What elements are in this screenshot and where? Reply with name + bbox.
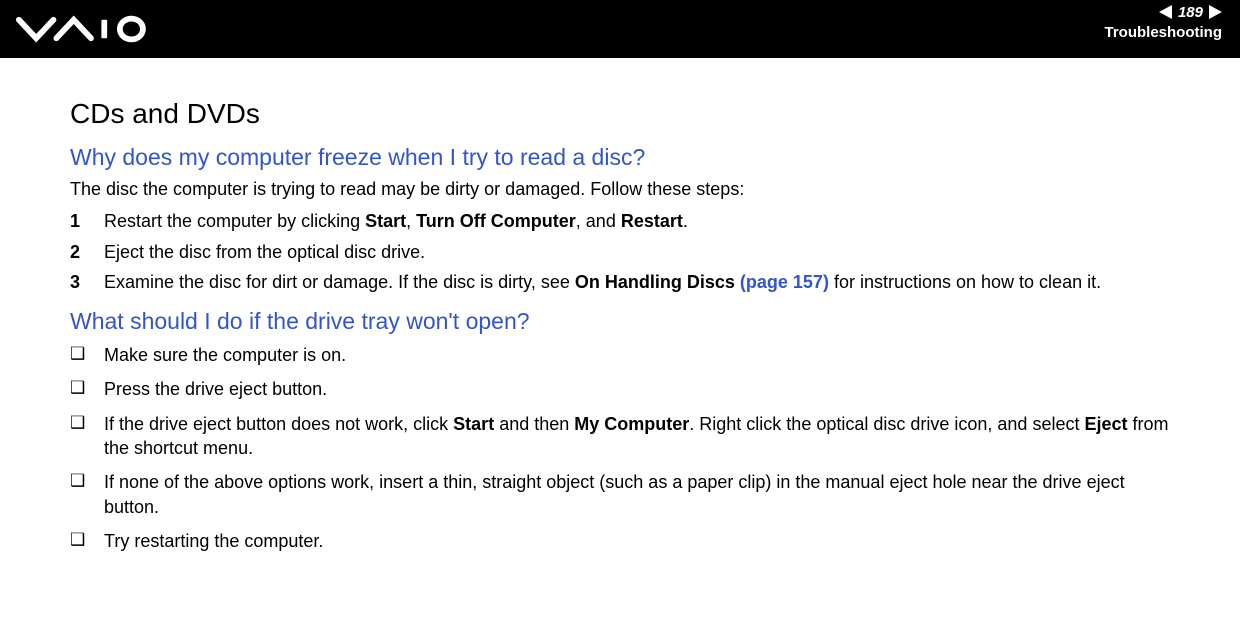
- question-1: Why does my computer freeze when I try t…: [70, 144, 1170, 171]
- text: Examine the disc for dirt or damage. If …: [104, 272, 575, 292]
- bold: Restart: [621, 211, 683, 231]
- bold: Eject: [1084, 414, 1127, 434]
- header-bar: 189 Troubleshooting: [0, 0, 1240, 58]
- vaio-logo: [16, 14, 166, 44]
- text: for instructions on how to clean it.: [829, 272, 1101, 292]
- text: and then: [494, 414, 574, 434]
- q2-bullets: Make sure the computer is on. Press the …: [70, 343, 1170, 553]
- prev-page-arrow-icon[interactable]: [1159, 5, 1172, 19]
- bold: My Computer: [574, 414, 689, 434]
- section-label: Troubleshooting: [1105, 24, 1223, 41]
- question-2: What should I do if the drive tray won't…: [70, 308, 1170, 335]
- bold: Start: [453, 414, 494, 434]
- q1-steps: Restart the computer by clicking Start , …: [70, 209, 1170, 294]
- list-item: Press the drive eject button.: [70, 377, 1170, 401]
- bold: On Handling Discs: [575, 272, 740, 292]
- q1-intro: The disc the computer is trying to read …: [70, 177, 1170, 201]
- bold: Start: [365, 211, 406, 231]
- page-link[interactable]: (page 157): [740, 272, 829, 292]
- step-2: Eject the disc from the optical disc dri…: [70, 240, 1170, 264]
- content: CDs and DVDs Why does my computer freeze…: [0, 58, 1240, 583]
- text: , and: [576, 211, 621, 231]
- step-1: Restart the computer by clicking Start , …: [70, 209, 1170, 233]
- text: Restart the computer by clicking: [104, 211, 365, 231]
- step-3: Examine the disc for dirt or damage. If …: [70, 270, 1170, 294]
- text: . Right click the optical disc drive ico…: [689, 414, 1084, 434]
- list-item: If none of the above options work, inser…: [70, 470, 1170, 519]
- text: ,: [406, 211, 416, 231]
- bold: Turn Off Computer: [416, 211, 576, 231]
- page-nav: 189 Troubleshooting: [1105, 2, 1223, 41]
- next-page-arrow-icon[interactable]: [1209, 5, 1222, 19]
- text: If the drive eject button does not work,…: [104, 414, 453, 434]
- page-title: CDs and DVDs: [70, 98, 1170, 130]
- text: .: [683, 211, 688, 231]
- page-number: 189: [1178, 4, 1203, 21]
- list-item: Try restarting the computer.: [70, 529, 1170, 553]
- list-item: Make sure the computer is on.: [70, 343, 1170, 367]
- list-item: If the drive eject button does not work,…: [70, 412, 1170, 461]
